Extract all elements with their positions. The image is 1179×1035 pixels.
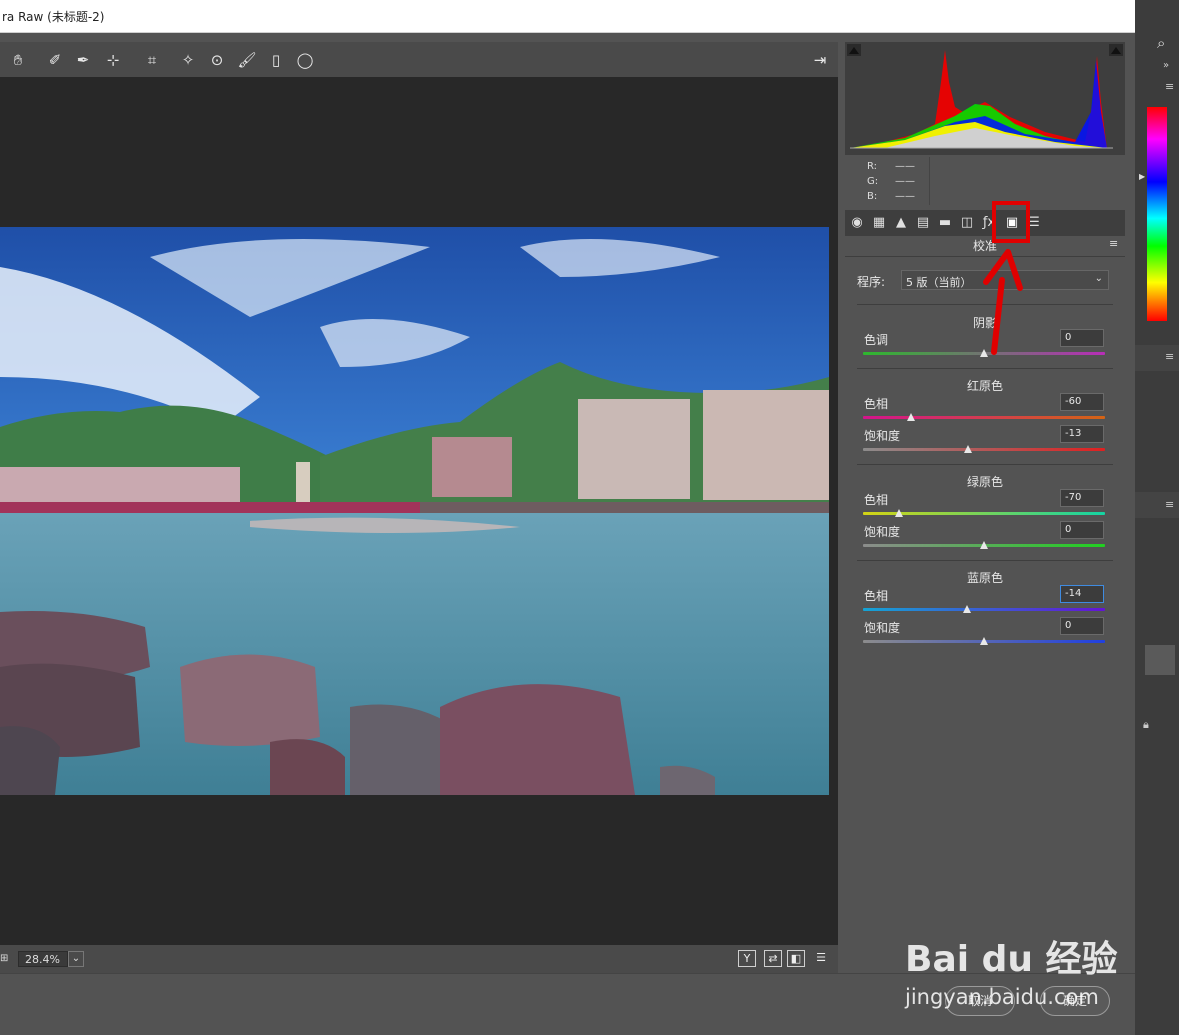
lock-icon[interactable]: 🔒︎	[1143, 718, 1149, 732]
hand-tool-icon[interactable]: ✋︎	[8, 50, 28, 70]
crop-icon[interactable]: ⌗	[142, 50, 162, 70]
toolbar: ✋︎ ✐ ✒ ⊹ ⌗ ✧ ⊙ 🖌︎ ▯ ◯ ⇥	[0, 42, 838, 77]
zoom-level[interactable]: 28.4%	[18, 951, 68, 967]
basic-tab-icon[interactable]: ◉	[848, 214, 866, 232]
chevron-down-icon: ⌄	[1094, 273, 1103, 284]
blue-hue-thumb[interactable]	[963, 605, 972, 613]
blue-hue-field[interactable]: -14	[1060, 585, 1104, 603]
green-hue-field[interactable]: -70	[1060, 489, 1104, 507]
open-preferences-icon[interactable]: ⇥	[810, 50, 830, 70]
toggle-settings-button[interactable]: ☰	[812, 950, 830, 967]
panel-menu-icon[interactable]: ≡	[1165, 498, 1174, 511]
title-bar: ra Raw (未标题-2)	[0, 0, 1135, 33]
blue-primary-title: 蓝原色	[966, 571, 1003, 585]
histogram	[845, 42, 1125, 155]
panel-menu-icon[interactable]: ≡	[1165, 80, 1174, 93]
red-primary-title: 红原色	[966, 379, 1003, 393]
color-sampler-icon[interactable]: ✒	[73, 50, 93, 70]
brush-icon[interactable]: 🖌︎	[237, 50, 257, 70]
blue-hue-slider[interactable]	[863, 608, 1105, 611]
annotation-highlight-box	[992, 201, 1030, 243]
zoom-dropdown-icon[interactable]: ⌄	[68, 951, 84, 967]
divider	[857, 368, 1113, 369]
photoshop-side-panel: ⌕ » ≡ ▶ ≡ ≡ 🔒︎	[1135, 0, 1179, 1035]
lens-corrections-tab-icon[interactable]: ◫	[958, 214, 976, 232]
graduated-filter-icon[interactable]: ▯	[266, 50, 286, 70]
red-saturation-slider[interactable]	[863, 448, 1105, 451]
green-hue-label: 色相	[864, 493, 889, 507]
spot-removal-icon[interactable]: ✧	[178, 50, 198, 70]
spectrum-pointer-icon: ▶	[1139, 172, 1146, 181]
blue-hue-label: 色相	[864, 589, 889, 603]
color-spectrum[interactable]	[1147, 107, 1167, 321]
detail-tab-icon[interactable]: ▲	[892, 214, 910, 232]
blue-saturation-field[interactable]: 0	[1060, 617, 1104, 635]
divider	[929, 157, 930, 205]
image-canvas[interactable]	[0, 77, 838, 945]
b-label: B:	[867, 191, 878, 202]
red-saturation-thumb[interactable]	[964, 445, 973, 453]
swap-settings-button[interactable]: ⇄	[764, 950, 782, 967]
g-label: G:	[867, 176, 879, 187]
red-eye-icon[interactable]: ⊙	[207, 50, 227, 70]
green-saturation-field[interactable]: 0	[1060, 521, 1104, 539]
red-hue-thumb[interactable]	[907, 413, 916, 421]
green-saturation-label: 饱和度	[864, 525, 901, 539]
search-icon[interactable]: ⌕	[1157, 34, 1165, 52]
shadows-tint-label: 色调	[864, 333, 889, 347]
process-select-value: 5 版（当前）	[906, 276, 972, 289]
window-title: ra Raw (未标题-2)	[2, 10, 105, 24]
blue-saturation-thumb[interactable]	[980, 637, 988, 645]
split-toning-tab-icon[interactable]: ▬	[936, 214, 954, 232]
layer-item[interactable]	[1145, 645, 1175, 675]
status-bar: ⊞ 28.4% ⌄ Y ⇄ ◧ ☰	[0, 945, 838, 973]
red-hue-field[interactable]: -60	[1060, 393, 1104, 411]
r-label: R:	[867, 161, 878, 172]
red-saturation-label: 饱和度	[864, 429, 901, 443]
landscape-photo	[0, 227, 829, 795]
annotation-arrow	[983, 249, 1023, 355]
copy-settings-button[interactable]: ◧	[787, 950, 805, 967]
targeted-adjustment-icon[interactable]: ⊹	[103, 50, 123, 70]
red-hue-slider[interactable]	[863, 416, 1105, 419]
b-value: ——	[895, 191, 915, 202]
green-hue-thumb[interactable]	[895, 509, 904, 517]
panel-menu-icon[interactable]: ≡	[1109, 237, 1118, 250]
red-saturation-field[interactable]: -13	[1060, 425, 1104, 443]
red-hue-label: 色相	[864, 397, 889, 411]
histogram-graph	[847, 44, 1123, 149]
divider	[857, 560, 1113, 561]
green-saturation-thumb[interactable]	[980, 541, 988, 549]
hsl-tab-icon[interactable]: ▤	[914, 214, 932, 232]
green-primary-title: 绿原色	[966, 475, 1003, 489]
panel-menu-icon[interactable]: ≡	[1165, 350, 1174, 363]
panel-tabs: ◉ ▦ ▲ ▤ ▬ ◫ ƒx ▣ ☰	[845, 210, 1125, 236]
radial-filter-icon[interactable]: ◯	[295, 50, 315, 70]
zoom-in-icon[interactable]: ⊞	[0, 953, 8, 964]
watermark-url: jingyan.baidu.com	[905, 985, 1099, 1009]
rgb-readout: R: —— G: —— B: ——	[845, 155, 1125, 210]
blue-saturation-label: 饱和度	[864, 621, 901, 635]
watermark-logo: Bai du 经验	[905, 939, 1118, 980]
divider	[857, 464, 1113, 465]
before-after-view-button[interactable]: Y	[738, 950, 756, 967]
r-value: ——	[895, 161, 915, 172]
tone-curve-tab-icon[interactable]: ▦	[870, 214, 888, 232]
expand-icon[interactable]: »	[1163, 60, 1169, 71]
shadows-tint-field[interactable]: 0	[1060, 329, 1104, 347]
process-label: 程序:	[857, 275, 886, 289]
eyedropper-icon[interactable]: ✐	[45, 50, 65, 70]
g-value: ——	[895, 176, 915, 187]
